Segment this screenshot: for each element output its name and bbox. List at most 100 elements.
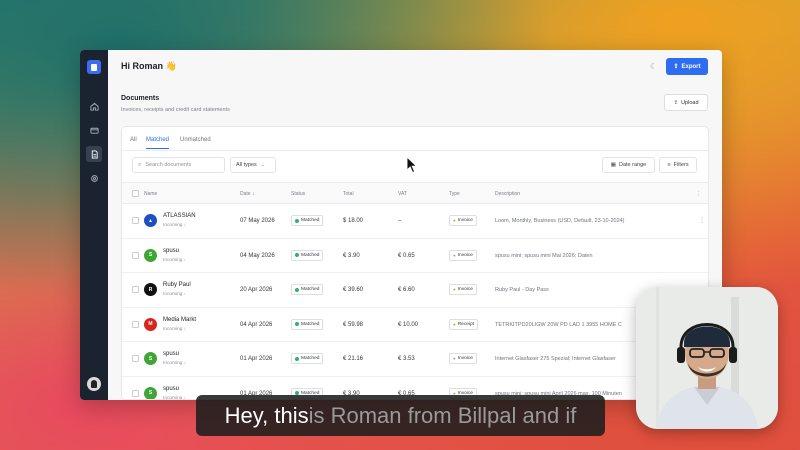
- col-vat: VAT: [398, 191, 407, 197]
- description-cell: Internet Glasfaser 275 Spezial; Internet…: [495, 356, 616, 362]
- col-description: Description: [495, 191, 521, 197]
- date-range-label: Date range: [618, 162, 647, 168]
- row-checkbox[interactable]: [132, 320, 139, 328]
- date-cell: 04 May 2026: [240, 252, 275, 259]
- page-title: Documents: [121, 95, 160, 102]
- table-row[interactable]: Sspusu Incoming ↓ 01 Apr 2026 Matched € 21.1…: [122, 342, 708, 377]
- subtitle-caption: Hey, this is Roman from Billpal and if: [196, 395, 605, 436]
- upload-label: Upload: [681, 99, 699, 106]
- description-cell: TETRKITPD20LIGW 20W PD LAD 1 3955 HOME C: [495, 321, 622, 328]
- row-menu-icon[interactable]: ⋮: [699, 217, 705, 224]
- status-dot-icon: [295, 218, 299, 223]
- search-placeholder: Search documents: [145, 162, 192, 168]
- vendor-name[interactable]: spusu: [163, 351, 179, 357]
- user-avatar[interactable]: [87, 377, 101, 391]
- date-cell: 01 Apr 2026: [240, 356, 273, 362]
- status-badge: Matched: [291, 284, 324, 295]
- type-icon: ●: [453, 321, 456, 327]
- date-range-button[interactable]: ▦ Date range: [602, 157, 655, 173]
- upload-button[interactable]: ⇪ Upload: [664, 94, 708, 111]
- col-date[interactable]: Date ↓: [240, 191, 254, 197]
- type-badge: ● Invoice: [449, 215, 477, 226]
- type-icon: ●: [453, 252, 456, 258]
- table-row[interactable]: R Ruby Paul Incoming ↓ 20 Apr 2026 Matched € …: [122, 273, 708, 308]
- type-badge: ● Invoice: [449, 284, 477, 295]
- vendor-name[interactable]: ATLASSIAN: [163, 213, 196, 219]
- status-dot-icon: [295, 356, 299, 361]
- row-checkbox[interactable]: [132, 389, 139, 397]
- column-menu-icon[interactable]: ⋮: [696, 191, 701, 197]
- total-cell: $ 18.00: [343, 218, 364, 224]
- vat-cell: € 10.00: [398, 321, 419, 328]
- type-badge: ● Receipt: [449, 318, 478, 330]
- webcam-overlay: [636, 287, 778, 429]
- vendor-name[interactable]: spusu: [163, 386, 179, 392]
- vat-cell: € 3.53: [398, 356, 415, 362]
- page-subtitle: Invoices, receipts and credit card state…: [121, 107, 230, 113]
- tab-unmatched[interactable]: Unmatched: [180, 137, 211, 143]
- caption-spoken: Hey, this: [224, 402, 309, 428]
- filters-label: Filters: [673, 162, 689, 168]
- col-status: Status: [291, 191, 306, 197]
- select-all-checkbox[interactable]: [132, 190, 139, 197]
- description-cell: spusu mini; spusu mini Mai 2026; Daten: [495, 252, 593, 259]
- vendor-logo-icon: S: [144, 386, 157, 399]
- vendor-name[interactable]: Media Markt: [163, 317, 196, 323]
- date-cell: 20 Apr 2026: [240, 287, 273, 293]
- vendor-logo-icon: ▲: [144, 214, 157, 227]
- direction-label: Incoming ↓: [163, 223, 187, 228]
- home-icon[interactable]: [86, 98, 102, 114]
- vendor-logo-icon: M: [144, 317, 157, 331]
- export-label: Export: [681, 63, 701, 70]
- status-dot-icon: [295, 287, 299, 292]
- row-checkbox[interactable]: [132, 355, 139, 362]
- vendor-name[interactable]: spusu: [163, 248, 179, 254]
- tab-all[interactable]: All: [130, 137, 137, 143]
- caption-upcoming: is Roman from Billpal and if: [308, 402, 577, 428]
- table-row[interactable]: ▲ ATLASSIAN Incoming ↓ 07 May 2026 Matched $ …: [122, 204, 708, 239]
- total-cell: € 59.98: [343, 321, 364, 328]
- export-button[interactable]: ⇪ Export: [666, 58, 708, 75]
- type-badge: ● Invoice: [449, 249, 477, 261]
- document-icon[interactable]: [86, 146, 102, 162]
- upload-icon: ⇪: [673, 99, 679, 106]
- card-icon[interactable]: [86, 122, 102, 138]
- table-header: Name Date ↓ Status Total VAT Type Descri…: [122, 182, 708, 204]
- filter-icon: ≡: [667, 162, 671, 168]
- sidebar: [80, 50, 108, 400]
- type-icon: ●: [453, 218, 456, 223]
- col-type: Type: [449, 191, 460, 197]
- direction-label: Incoming ↓: [163, 292, 187, 297]
- presenter-video: [636, 287, 778, 429]
- row-checkbox[interactable]: [132, 217, 139, 224]
- vendor-logo-icon: R: [144, 283, 157, 296]
- vat-cell: € 0.65: [398, 252, 415, 259]
- col-total: Total: [343, 191, 354, 197]
- row-checkbox[interactable]: [132, 286, 139, 293]
- calendar-icon: ▦: [610, 162, 616, 168]
- app-logo[interactable]: [87, 60, 101, 74]
- total-cell: € 21.16: [343, 356, 364, 362]
- settings-icon[interactable]: [86, 170, 102, 186]
- search-input[interactable]: ⌕ Search documents: [132, 157, 225, 173]
- tab-matched[interactable]: Matched: [146, 137, 170, 149]
- table-row[interactable]: Sspusu Incoming ↓ 04 May 2026 Matched € 3.90…: [122, 239, 708, 273]
- row-checkbox[interactable]: [132, 251, 139, 259]
- types-dropdown[interactable]: All types ⌄: [230, 157, 276, 173]
- status-dot-icon: [295, 322, 299, 326]
- status-dot-icon: [295, 253, 299, 257]
- total-cell: € 39.60: [343, 287, 364, 293]
- direction-label: Incoming ↓: [163, 395, 187, 400]
- direction-label: Incoming ↓: [163, 361, 187, 366]
- type-badge: ● Invoice: [449, 353, 477, 364]
- col-name[interactable]: Name: [144, 191, 157, 197]
- vendor-name[interactable]: Ruby Paul: [163, 282, 191, 288]
- filters-button[interactable]: ≡ Filters: [659, 157, 697, 173]
- status-badge: Matched: [291, 249, 324, 261]
- vendor-logo-icon: S: [144, 248, 157, 262]
- table-row[interactable]: M Media Markt Incoming ↓ 04 Apr 2026 Matched…: [122, 308, 708, 342]
- moon-icon[interactable]: ☾: [650, 62, 657, 71]
- types-label: All types: [236, 162, 257, 168]
- mouse-cursor-icon: [406, 156, 418, 174]
- app-window: Hi Roman 👋 ☾ ⇪ Export Documents Invoices…: [80, 50, 722, 400]
